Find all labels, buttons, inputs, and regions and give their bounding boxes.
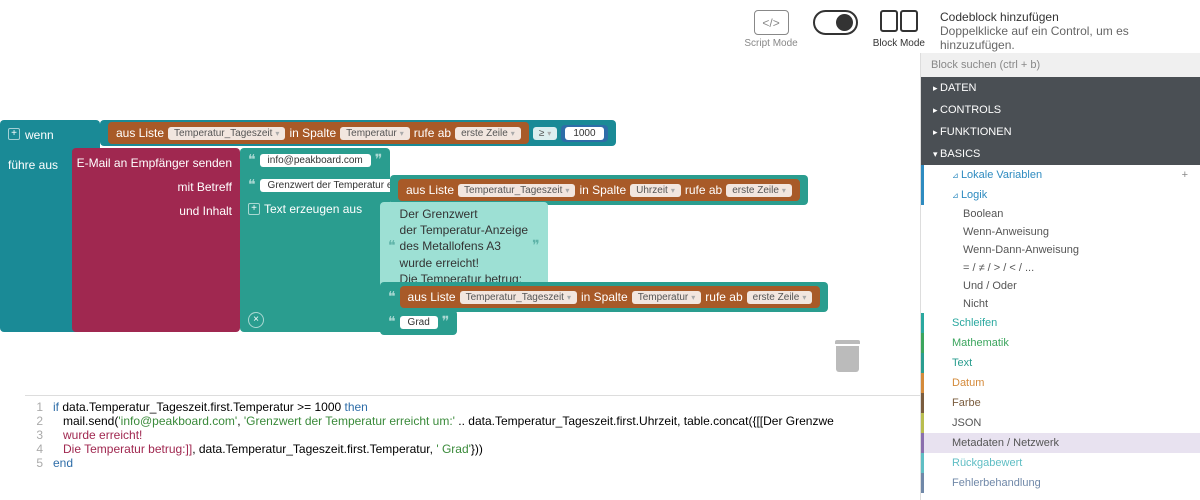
toggle-switch[interactable]: [813, 10, 858, 35]
item-lokale-variablen[interactable]: Lokale Variablen: [921, 165, 1200, 185]
item-text[interactable]: Text: [921, 353, 1200, 373]
item-ops[interactable]: = / ≠ / > / < / ...: [921, 259, 1200, 277]
cat-controls[interactable]: CONTROLS: [921, 99, 1200, 121]
block-aus-liste-3[interactable]: aus Liste Temperatur_Tageszeit in Spalte…: [400, 286, 821, 308]
body-l4: wurde erreicht!: [400, 255, 529, 271]
body-l2: der Temperatur-Anzeige: [400, 222, 529, 238]
dropdown-list-1[interactable]: Temperatur_Tageszeit: [168, 127, 285, 140]
dropdown-row-3[interactable]: erste Zeile: [747, 291, 813, 304]
dropdown-row-2[interactable]: erste Zeile: [726, 184, 792, 197]
block-aus-liste-1[interactable]: aus Liste Temperatur_Tageszeit in Spalte…: [108, 122, 529, 144]
block-mode-toggle[interactable]: Block Mode: [873, 10, 925, 49]
cat-funktionen[interactable]: FUNKTIONEN: [921, 121, 1200, 143]
code-icon: </>: [754, 10, 789, 35]
delete-icon[interactable]: ×: [248, 312, 264, 328]
dropdown-list-2[interactable]: Temperatur_Tageszeit: [458, 184, 575, 197]
item-rueckgabe[interactable]: Rückgabewert: [921, 453, 1200, 473]
block-condition-holder[interactable]: aus Liste Temperatur_Tageszeit in Spalte…: [100, 120, 616, 146]
block-temp-row[interactable]: ❝ aus Liste Temperatur_Tageszeit in Spal…: [380, 282, 828, 312]
item-json[interactable]: JSON: [921, 413, 1200, 433]
block-email[interactable]: E-Mail an Empfänger senden mit Betreff u…: [72, 148, 240, 332]
item-datum[interactable]: Datum: [921, 373, 1200, 393]
dropdown-list-3[interactable]: Temperatur_Tageszeit: [460, 291, 577, 304]
dropdown-col-1[interactable]: Temperatur: [340, 127, 410, 140]
cat-basics[interactable]: BASICS: [921, 143, 1200, 165]
puzzle-icon: [879, 10, 919, 35]
item-farbe[interactable]: Farbe: [921, 393, 1200, 413]
mode-toggle[interactable]: [813, 10, 858, 35]
mit-betreff-label: mit Betreff: [178, 180, 232, 194]
plus-icon[interactable]: +: [8, 128, 20, 140]
email-senden-label: E-Mail an Empfänger senden: [77, 156, 232, 170]
input-threshold[interactable]: 1000: [565, 127, 603, 140]
help-text: Codeblock hinzufügen Doppelklicke auf ei…: [940, 10, 1200, 52]
block-grad[interactable]: ❝Grad❞: [380, 310, 457, 335]
item-boolean[interactable]: Boolean: [921, 205, 1200, 223]
input-email[interactable]: info@peakboard.com: [260, 154, 371, 167]
item-wenn[interactable]: Wenn-Anweisung: [921, 223, 1200, 241]
block-canvas[interactable]: + wenn führe aus aus Liste Temperatur_Tag…: [0, 50, 920, 350]
block-sidebar: Block suchen (ctrl + b) DATEN CONTROLS F…: [920, 53, 1200, 500]
search-input[interactable]: Block suchen (ctrl + b): [921, 53, 1200, 77]
und-inhalt-label: und Inhalt: [179, 204, 232, 218]
item-schleifen[interactable]: Schleifen: [921, 313, 1200, 333]
block-green-container[interactable]: ❝info@peakboard.com❞ ❝Grenzwert der Temp…: [240, 148, 390, 332]
block-aus-liste-2[interactable]: aus Liste Temperatur_Tageszeit in Spalte…: [398, 179, 800, 201]
help-subtitle: Doppelklicke auf ein Control, um es hinz…: [940, 24, 1200, 52]
item-mathematik[interactable]: Mathematik: [921, 333, 1200, 353]
plus-icon-2[interactable]: +: [248, 203, 260, 215]
dropdown-row-1[interactable]: erste Zeile: [455, 127, 521, 140]
dropdown-operator[interactable]: ≥: [533, 127, 558, 140]
script-mode-toggle[interactable]: </> Script Mode: [744, 10, 797, 49]
input-grad[interactable]: Grad: [400, 316, 438, 329]
help-title: Codeblock hinzufügen: [940, 10, 1200, 24]
code-panel: 1if data.Temperatur_Tageszeit.first.Temp…: [25, 395, 920, 500]
item-nicht[interactable]: Nicht: [921, 295, 1200, 313]
item-wenn-dann[interactable]: Wenn-Dann-Anweisung: [921, 241, 1200, 259]
block-subject-row[interactable]: aus Liste Temperatur_Tageszeit in Spalte…: [390, 175, 808, 205]
dropdown-col-2[interactable]: Uhrzeit: [630, 184, 681, 197]
item-metadaten[interactable]: Metadaten / Netzwerk: [921, 433, 1200, 453]
body-l3: des Metallofens A3: [400, 238, 529, 254]
item-und-oder[interactable]: Und / Oder: [921, 277, 1200, 295]
fuehre-aus-label: führe aus: [8, 158, 58, 172]
wenn-label: wenn: [25, 128, 54, 142]
item-fehler[interactable]: Fehlerbehandlung: [921, 473, 1200, 493]
cat-daten[interactable]: DATEN: [921, 77, 1200, 99]
body-l1: Der Grenzwert: [400, 206, 529, 222]
block-body-text[interactable]: ❝ Der Grenzwert der Temperatur-Anzeige d…: [380, 202, 548, 291]
trash-icon[interactable]: [835, 340, 860, 370]
block-mode-label: Block Mode: [873, 38, 925, 49]
dropdown-col-3[interactable]: Temperatur: [632, 291, 702, 304]
script-mode-label: Script Mode: [744, 38, 797, 49]
item-logik[interactable]: Logik: [921, 185, 1200, 205]
text-erzeugen-label: Text erzeugen aus: [264, 202, 362, 216]
block-value[interactable]: 1000: [561, 125, 607, 142]
